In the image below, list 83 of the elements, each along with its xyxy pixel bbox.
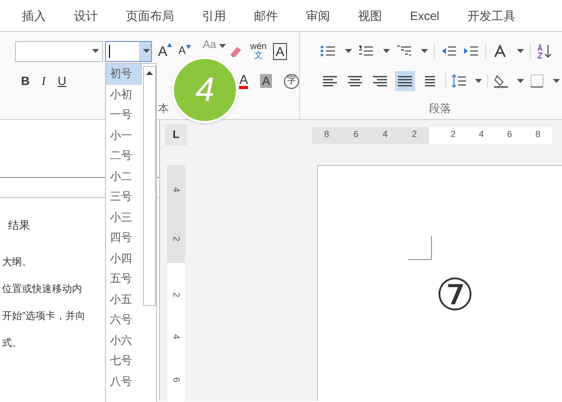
ruler-number: 2: [412, 128, 417, 142]
font-size-option[interactable]: 八号: [106, 372, 142, 392]
ruler-number: 6: [353, 128, 358, 142]
ribbon-tab[interactable]: 审阅: [292, 6, 344, 24]
font-size-option[interactable]: 二号: [106, 146, 142, 166]
align-icon: [372, 73, 388, 89]
font-size-option[interactable]: 七号: [106, 351, 142, 372]
ruler-number: 2: [170, 236, 183, 241]
group-label: 本: [158, 102, 169, 116]
caret-icon: [517, 79, 524, 83]
ribbon-tab[interactable]: 视图: [344, 6, 396, 24]
borders-icon[interactable]: [529, 73, 545, 89]
outline-text: 开始”选项卡，并向: [2, 310, 86, 324]
enclose-character-button[interactable]: 字: [284, 74, 299, 88]
font-size-option[interactable]: 小一: [106, 126, 142, 146]
font-size-option[interactable]: 五号: [106, 269, 142, 290]
caret-icon: [143, 49, 150, 53]
ruler-number: 2: [170, 292, 183, 297]
font-size-option[interactable]: 一号: [106, 105, 142, 126]
outline-text: 位置或快速移动内: [2, 282, 82, 296]
arrow-down-icon: [186, 44, 191, 49]
font-size-option[interactable]: 三号: [106, 187, 142, 208]
caret-icon: [219, 44, 226, 48]
ruler-number: 6: [170, 377, 183, 382]
ribbon-tab[interactable]: 引用: [188, 6, 240, 24]
caret-icon: [92, 49, 99, 53]
align-button[interactable]: [395, 71, 415, 91]
font-size-field[interactable]: [105, 40, 152, 62]
paint-bucket-icon[interactable]: [493, 73, 509, 89]
scrollbar[interactable]: [143, 66, 156, 306]
ribbon-tab[interactable]: 开发工具: [453, 6, 530, 24]
arrow-up-icon: [167, 42, 172, 46]
ruler-number: 8: [324, 128, 330, 142]
outline-text: 式。: [2, 336, 22, 350]
character-shading-button[interactable]: A: [260, 74, 272, 88]
tab-stop-selector[interactable]: L: [165, 124, 187, 146]
ribbon-tab[interactable]: Excel: [396, 6, 454, 24]
font-size-option[interactable]: 六号: [106, 310, 142, 330]
caret-icon: [517, 49, 524, 53]
format-button[interactable]: U: [58, 72, 66, 90]
ruler-number: 4: [170, 334, 183, 340]
ribbon-tab[interactable]: 邮件: [240, 6, 292, 24]
font-size-option[interactable]: 初号: [106, 64, 142, 84]
font-size-option[interactable]: 小六: [106, 330, 142, 351]
caret-icon: [383, 49, 390, 53]
line-spacing-icon[interactable]: [451, 73, 467, 89]
font-size-option[interactable]: 小初: [106, 84, 142, 105]
font-size-option[interactable]: 小四: [106, 248, 142, 269]
grow-font-button[interactable]: A: [158, 40, 172, 62]
phonetic-guide-button[interactable]: wén 文: [250, 42, 267, 60]
character-border-button[interactable]: A: [272, 42, 288, 60]
ruler-number: 6: [507, 128, 512, 142]
ribbon-tab[interactable]: 设计: [60, 6, 112, 24]
group-label: 段落: [429, 102, 451, 116]
ruler-number: 4: [478, 128, 484, 142]
ruler-number: 8: [535, 128, 540, 142]
format-button[interactable]: I: [42, 72, 46, 90]
outline-text: 大纲。: [2, 256, 32, 270]
bullet-list-icon[interactable]: [320, 43, 336, 59]
align-icon: [347, 73, 363, 89]
font-size-option[interactable]: 小三: [106, 208, 142, 228]
caret-icon: [553, 79, 560, 83]
scroll-up-icon[interactable]: [146, 71, 153, 75]
circled-number: ⑦: [435, 272, 475, 320]
font-size-option[interactable]: 小二: [106, 166, 142, 187]
font-size-option[interactable]: 小五: [106, 290, 142, 310]
shrink-font-button[interactable]: A: [178, 42, 191, 60]
font-size-option[interactable]: 四号: [106, 228, 142, 248]
ruler-number: 2: [450, 128, 456, 142]
sort-icon[interactable]: [537, 43, 553, 59]
format-button[interactable]: B: [21, 72, 30, 90]
font-name-field[interactable]: [15, 40, 103, 62]
ruler-number: 4: [382, 128, 388, 142]
caret-icon: [421, 49, 428, 53]
align-icon: [422, 73, 438, 89]
caret-icon: [475, 79, 482, 83]
ribbon-tab[interactable]: 插入: [8, 6, 60, 24]
caret-icon: [345, 49, 352, 53]
align-icon: [397, 73, 413, 89]
ribbon-tab[interactable]: 页面布局: [112, 6, 188, 24]
ruler-number: 4: [170, 187, 183, 192]
align-icon: [322, 73, 338, 89]
corner-mark: [408, 236, 432, 260]
